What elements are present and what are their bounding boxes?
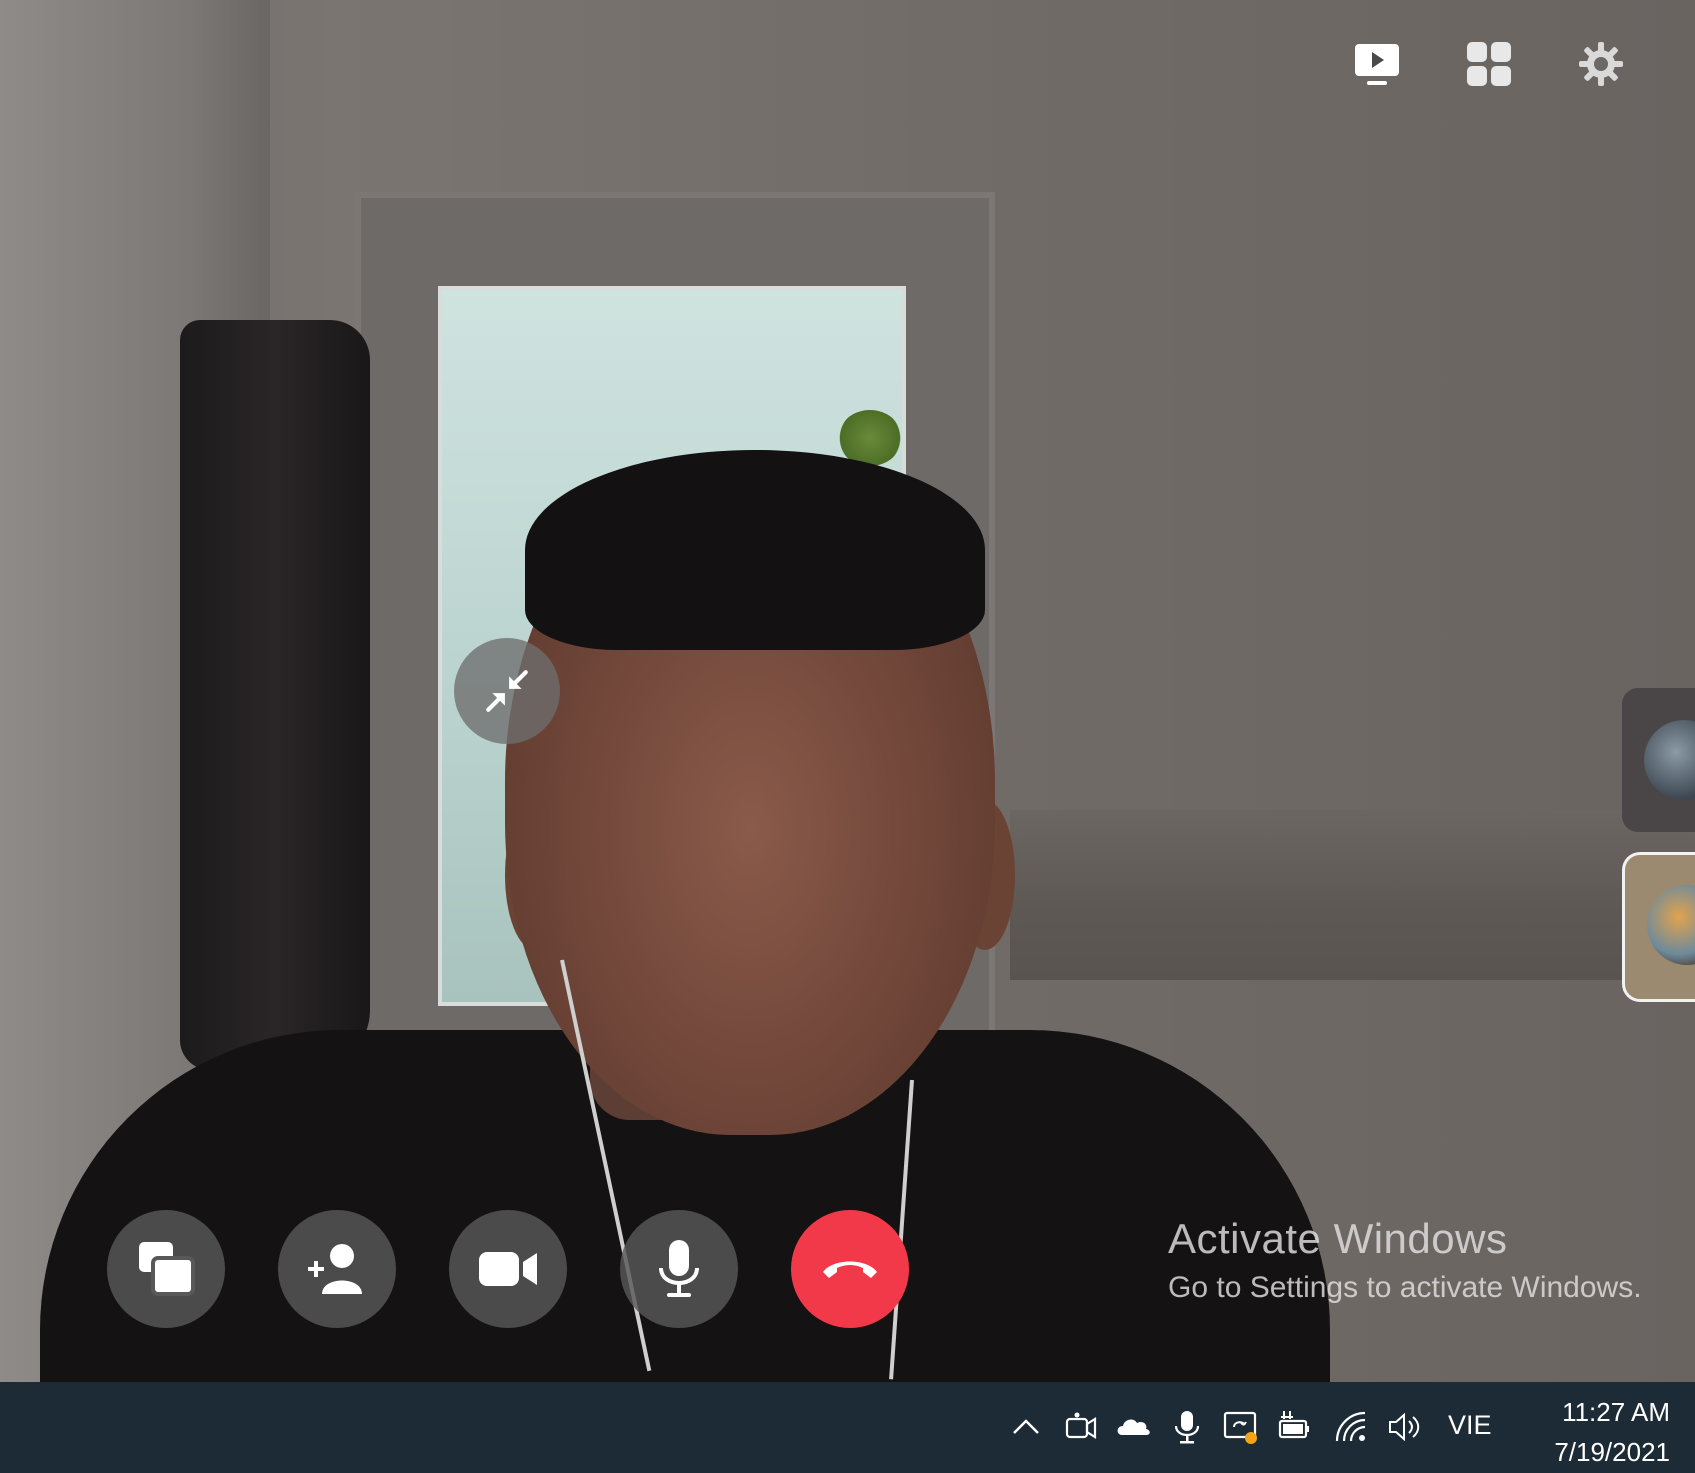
background-hanging-cloth [180,320,370,1070]
wifi-icon[interactable] [1330,1406,1372,1448]
watermark-title: Activate Windows [1168,1215,1508,1262]
watermark-subtitle: Go to Settings to activate Windows. [1168,1271,1642,1304]
video-call-stage: Activate Windows Go to Settings to activ… [0,0,1695,1382]
activate-windows-watermark: Activate Windows Go to Settings to activ… [1168,1215,1642,1305]
collapse-video-button[interactable] [454,638,560,744]
onedrive-cloud-icon[interactable] [1113,1406,1155,1448]
camera-button[interactable] [449,1210,567,1328]
microphone-icon [659,1240,699,1297]
volume-icon[interactable] [1383,1406,1425,1448]
input-language-indicator[interactable]: VIE [1448,1410,1492,1441]
settings-gear-icon[interactable] [1575,38,1627,90]
avatar [1644,720,1695,800]
microphone-tray-icon[interactable] [1166,1406,1208,1448]
hang-up-icon [823,1261,877,1278]
display-notification-icon[interactable] [1220,1406,1262,1448]
windows-taskbar: VIE 11:27 AM 7/19/2021 [0,1382,1695,1473]
participant-thumbnail[interactable] [1622,688,1695,832]
participant-thumbnail[interactable] [1622,852,1695,1002]
grid-layout-icon[interactable] [1463,38,1515,90]
call-controls [0,1210,1000,1330]
meet-now-icon[interactable] [1060,1406,1102,1448]
collapse-arrows-icon [486,670,528,712]
battery-charging-icon[interactable] [1273,1406,1315,1448]
chevron-up-icon[interactable] [1005,1406,1047,1448]
taskbar-clock[interactable]: 11:27 AM 7/19/2021 [1520,1392,1670,1472]
microphone-button[interactable] [620,1210,738,1328]
clock-time: 11:27 AM [1562,1397,1670,1427]
avatar [1647,885,1695,965]
clock-date: 7/19/2021 [1554,1437,1670,1467]
video-camera-icon [479,1252,537,1286]
switch-view-button[interactable] [107,1210,225,1328]
end-call-button[interactable] [791,1210,909,1328]
background-shelf [1010,810,1695,980]
add-person-icon [308,1244,362,1294]
add-person-button[interactable] [278,1210,396,1328]
participant-hair [525,450,985,650]
screen-share-icon[interactable] [1351,38,1403,90]
window-switch-icon [139,1242,195,1296]
